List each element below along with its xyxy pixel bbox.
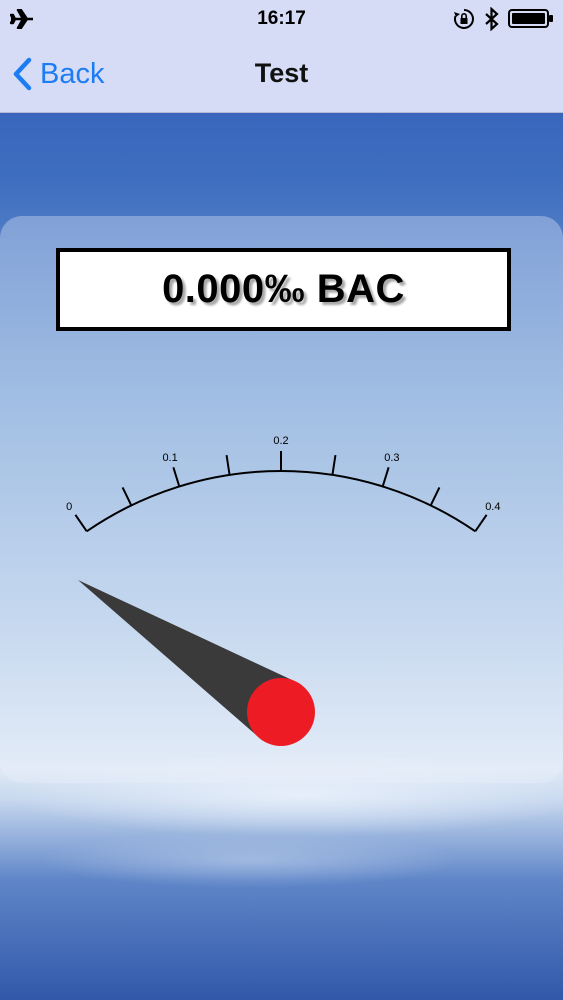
gauge-arc [86,470,476,533]
gauge-tick-label: 0.4 [485,501,500,513]
bac-gauge: 0 0.1 0.2 0.3 0.4 [66,435,500,746]
gauge-minor-tick [331,454,337,476]
gauge-tick-label: 0.3 [384,452,399,464]
gauge-minor-tick [225,454,231,476]
gauge-tick-label: 0.1 [162,452,177,464]
gauge-major-tick [381,467,390,487]
gauge-tick-label: 0.2 [273,435,288,447]
gauge-major-tick [74,514,88,532]
gauge-minor-tick [121,486,133,506]
gauge-needle-hub [247,678,315,746]
gauge-minor-tick [429,486,441,506]
gauge-tick-label: 0 [66,501,72,513]
gauge-major-tick [474,514,488,532]
gauge-major-tick [172,467,181,487]
